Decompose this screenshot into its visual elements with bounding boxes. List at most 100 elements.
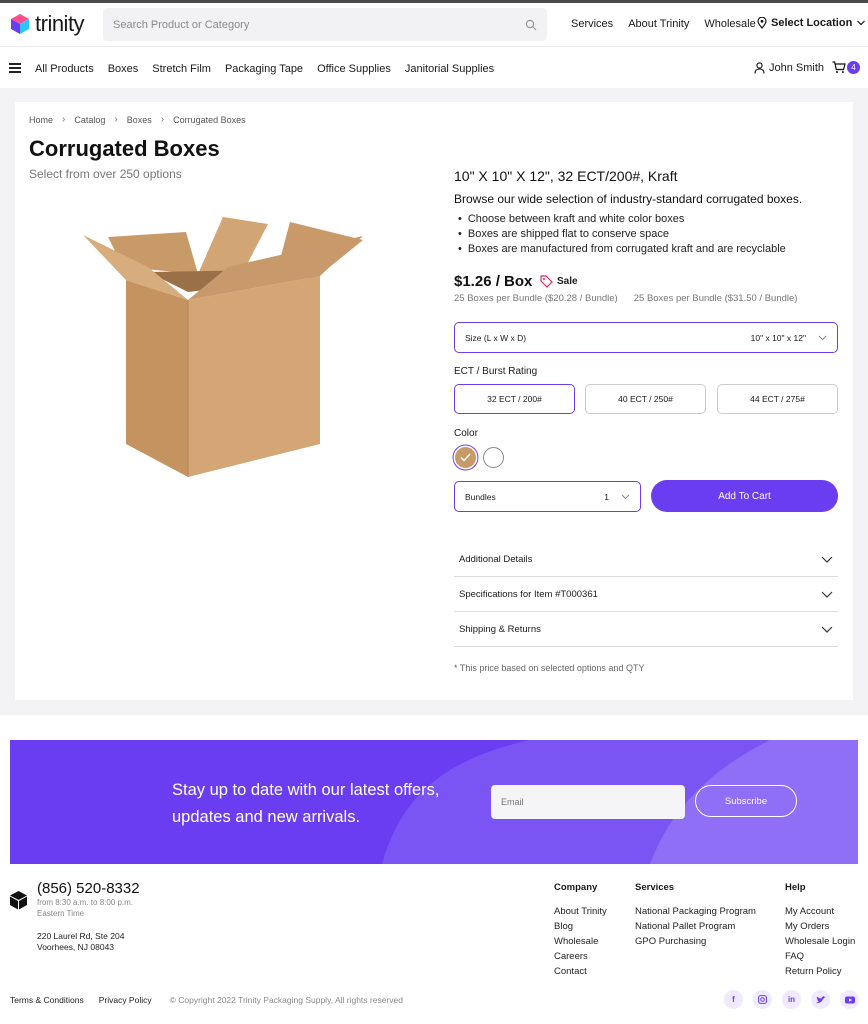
bundles-select[interactable]: Bundles 1 [454, 481, 641, 512]
location-pin-icon [757, 17, 767, 29]
copyright: © Copyright 2022 Trinity Packaging Suppl… [169, 995, 403, 1005]
feature-item: Choose between kraft and white color box… [458, 213, 786, 228]
newsletter-text: Stay up to date with our latest offers, … [172, 777, 440, 831]
footer-link[interactable]: Wholesale Login [785, 936, 855, 951]
footer-link[interactable]: Careers [554, 951, 607, 966]
color-label: Color [454, 428, 478, 439]
nav-all-products[interactable]: All Products [35, 63, 94, 75]
color-swatch-white[interactable] [483, 447, 504, 468]
footer-heading: Help [785, 882, 806, 893]
tag-icon [540, 275, 553, 288]
feature-list: Choose between kraft and white color box… [458, 213, 786, 258]
privacy-link[interactable]: Privacy Policy [99, 995, 152, 1005]
facebook-icon[interactable]: f [724, 990, 743, 1009]
chevron-down-icon [821, 556, 833, 563]
search-icon[interactable] [525, 19, 537, 31]
nav-office-supplies[interactable]: Office Supplies [317, 63, 391, 75]
footer-services-column: Services National Packaging Program Nati… [635, 882, 756, 951]
terms-link[interactable]: Terms & Conditions [10, 995, 84, 1005]
address-line-1: 220 Laurel Rd, Ste 204 [37, 931, 125, 941]
footer-link[interactable]: My Account [785, 906, 855, 921]
nav-janitorial-supplies[interactable]: Janitorial Supplies [405, 63, 494, 75]
search-bar[interactable]: Search Product or Category [103, 8, 547, 41]
top-bar: trinity Search Product or Category Servi… [0, 0, 868, 46]
services-link[interactable]: Services [571, 18, 613, 30]
email-field[interactable]: Email [491, 785, 685, 819]
breadcrumb-home[interactable]: Home [29, 115, 53, 125]
footer-heading: Services [635, 882, 675, 893]
bundle-prices: 25 Boxes per Bundle ($20.28 / Bundle) 25… [454, 293, 797, 304]
footer-help-column: Help My Account My Orders Wholesale Logi… [785, 882, 855, 981]
color-swatch-kraft[interactable] [455, 447, 476, 468]
logo[interactable]: trinity [10, 11, 85, 37]
hours-line-1: from 8:30 a.m. to 8:00 p.m. [37, 898, 134, 907]
page-title: Corrugated Boxes [29, 136, 220, 161]
feature-item: Boxes are manufactured from corrugated k… [458, 243, 786, 258]
cart-button[interactable]: 4 [832, 61, 860, 74]
menu-icon[interactable] [9, 63, 21, 73]
about-link[interactable]: About Trinity [628, 18, 689, 30]
youtube-icon[interactable] [840, 990, 859, 1009]
bundle-price-kraft: 25 Boxes per Bundle ($20.28 / Bundle) [454, 293, 618, 304]
ect-option-44[interactable]: 44 ECT / 275# [717, 384, 838, 414]
footer-link[interactable]: About Trinity [554, 906, 607, 921]
user-icon [754, 62, 765, 74]
product-lead: Browse our wide selection of industry-st… [454, 192, 803, 206]
breadcrumb: Home › Catalog › Boxes › Corrugated Boxe… [29, 114, 246, 125]
sale-label: Sale [557, 276, 578, 287]
product-name: 10" X 10" X 12", 32 ECT/200#, Kraft [454, 168, 678, 184]
footer-link[interactable]: My Orders [785, 921, 855, 936]
breadcrumb-boxes[interactable]: Boxes [127, 115, 152, 125]
newsletter-line-1: Stay up to date with our latest offers, [172, 781, 440, 799]
twitter-icon[interactable] [811, 990, 830, 1009]
feature-item: Boxes are shipped flat to conserve space [458, 228, 786, 243]
wholesale-link[interactable]: Wholesale [704, 18, 755, 30]
nav-packaging-tape[interactable]: Packaging Tape [225, 63, 303, 75]
accordion-title: Specifications for Item #T000361 [459, 588, 598, 600]
chevron-right-icon: › [114, 114, 118, 125]
checkmark-icon [460, 453, 471, 462]
phone-number[interactable]: (856) 520-8332 [37, 880, 140, 897]
chevron-right-icon: › [160, 114, 165, 125]
accordion-specifications[interactable]: Specifications for Item #T000361 [454, 577, 838, 612]
size-select[interactable]: Size (L x W x D) 10" x 10" x 12" [454, 322, 838, 353]
chevron-down-icon [821, 591, 833, 598]
chevron-down-icon [818, 335, 827, 340]
sale-badge: Sale [540, 275, 578, 288]
chevron-down-icon [821, 626, 833, 633]
footer-link[interactable]: Blog [554, 921, 607, 936]
social-links: f in [724, 990, 859, 1009]
accordion-shipping-returns[interactable]: Shipping & Returns [454, 612, 838, 647]
footer-link[interactable]: Return Policy [785, 966, 855, 981]
cart-count-badge: 4 [847, 61, 860, 74]
instagram-icon[interactable] [753, 990, 772, 1009]
newsletter-line-2: updates and new arrivals. [172, 808, 361, 826]
breadcrumb-catalog[interactable]: Catalog [74, 115, 105, 125]
box-logo-icon [10, 891, 27, 910]
footer-link[interactable]: Contact [554, 966, 607, 981]
chevron-down-icon [857, 20, 866, 26]
select-location-button[interactable]: Select Location [757, 17, 866, 29]
subscribe-button[interactable]: Subscribe [695, 785, 797, 817]
size-select-label: Size (L x W x D) [465, 332, 527, 343]
nav-stretch-film[interactable]: Stretch Film [152, 63, 211, 75]
footer-link[interactable]: GPO Purchasing [635, 936, 756, 951]
accordion-additional-details[interactable]: Additional Details [454, 542, 838, 577]
user-account[interactable]: John Smith [754, 62, 824, 74]
category-nav: All Products Boxes Stretch Film Packagin… [35, 63, 508, 75]
select-location-label: Select Location [771, 17, 853, 29]
top-links: Services About Trinity Wholesale [571, 18, 771, 30]
footer-link[interactable]: Wholesale [554, 936, 607, 951]
nav-boxes[interactable]: Boxes [108, 63, 139, 75]
ect-option-40[interactable]: 40 ECT / 250# [585, 384, 706, 414]
linkedin-icon[interactable]: in [782, 990, 801, 1009]
ect-option-32[interactable]: 32 ECT / 200# [454, 384, 575, 414]
add-to-cart-button[interactable]: Add To Cart [651, 480, 838, 512]
chevron-down-icon [621, 494, 630, 499]
footer-link[interactable]: National Pallet Program [635, 921, 756, 936]
footer-company-column: Company About Trinity Blog Wholesale Car… [554, 882, 607, 981]
search-input[interactable]: Search Product or Category [113, 19, 525, 31]
footer-link[interactable]: FAQ [785, 951, 855, 966]
size-select-value: 10" x 10" x 12" [750, 332, 806, 343]
footer-link[interactable]: National Packaging Program [635, 906, 756, 921]
